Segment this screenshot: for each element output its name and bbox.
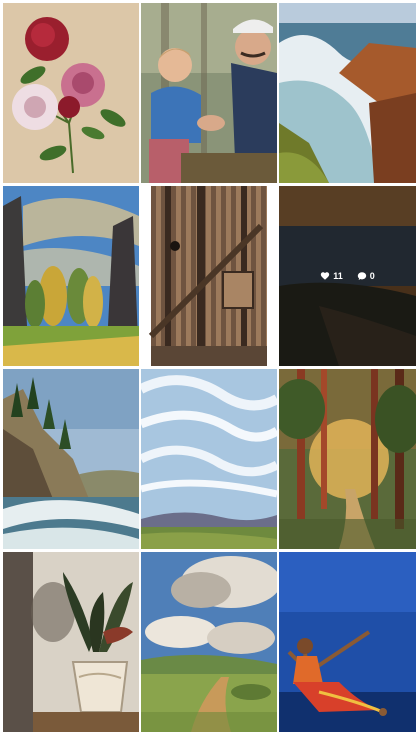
hover-stats-overlay: 11 0 [279,186,416,366]
coastal-waves-rocks-image [279,3,416,183]
dirt-road-clouds-image [141,552,277,732]
grid-item-canyon-trees-sky-painting[interactable] [3,186,139,366]
sunlit-forest-path-image [279,369,416,549]
grid-item-cloudy-sky-valley-painting[interactable] [141,369,277,549]
likes-count: 11 [333,271,343,281]
grandfather-and-child-image [141,3,277,183]
grid-item-night-ocean-painting[interactable]: 11 0 [279,186,416,366]
grid-item-grandfather-and-child-painting[interactable] [141,3,277,183]
grid-item-sunlit-forest-path-painting[interactable] [279,369,416,549]
grid-item-potted-plant-still-life[interactable] [3,552,139,732]
canyon-trees-sky-image [3,186,139,366]
old-barn-wall-image [141,186,277,366]
grid-item-sea-cliff-pines-painting[interactable] [3,369,139,549]
heart-icon [321,272,330,280]
dancer-blue-sky-image [279,552,416,732]
grid-item-coastal-waves-rocks-painting[interactable] [279,3,416,183]
grid-item-old-barn-wall-photo[interactable] [141,186,277,366]
likes-stat: 11 [320,271,343,281]
grid-item-peony-flowers-painting[interactable] [3,3,139,183]
peony-flowers-image [3,3,139,183]
grid-item-dancer-blue-sky-painting[interactable] [279,552,416,732]
comments-stat: 0 [357,271,375,281]
cloudy-sky-valley-image [141,369,277,549]
sea-cliff-pines-image [3,369,139,549]
potted-plant-still-life-image [3,552,139,732]
photo-grid: 11 0 [3,3,416,732]
comments-count: 0 [369,271,375,281]
grid-item-dirt-road-clouds-painting[interactable] [141,552,277,732]
comment-bubble-icon [357,272,366,280]
